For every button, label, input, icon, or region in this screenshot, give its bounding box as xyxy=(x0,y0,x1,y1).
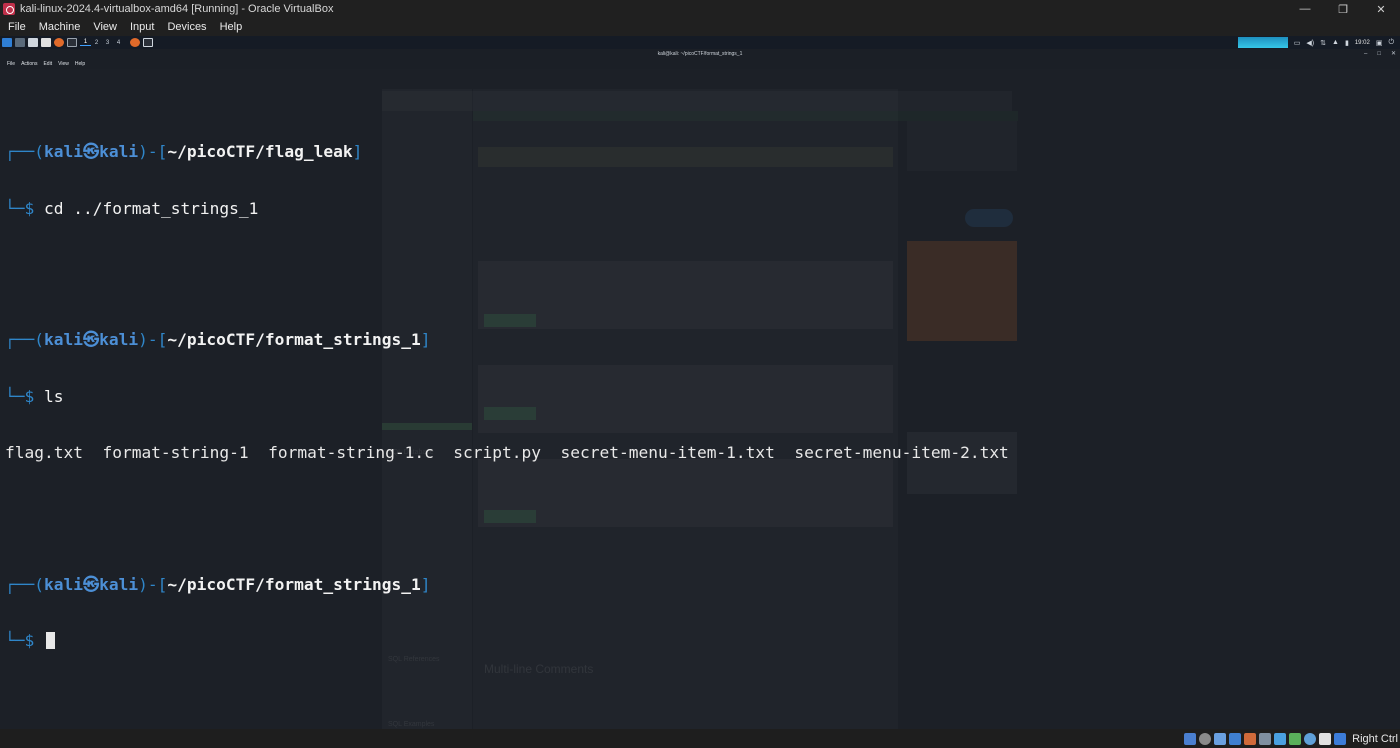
shared-folders-icon[interactable] xyxy=(1259,732,1272,745)
volume-icon[interactable]: ◀) xyxy=(1306,39,1314,47)
mouse-integration-icon[interactable] xyxy=(1319,732,1332,745)
ghost-side-head-3: SQL Examples xyxy=(388,721,435,728)
cpu-activity-icon[interactable] xyxy=(1304,732,1317,745)
display-icon[interactable]: ▭ xyxy=(1294,39,1301,47)
command-text: cd ../format_strings_1 xyxy=(44,198,259,218)
vbox-status-bar: Right Ctrl xyxy=(0,729,1400,748)
menu-devices[interactable]: Devices xyxy=(167,21,206,33)
workspace-3[interactable]: 3 xyxy=(102,40,113,46)
prompt-path: ~/picoCTF/format_strings_1 xyxy=(167,330,421,350)
maximize-button[interactable]: ❐ xyxy=(1324,3,1362,16)
host-key-label: Right Ctrl xyxy=(1352,732,1398,745)
terminal-launcher-icon[interactable] xyxy=(67,38,77,47)
command-line: └─$ ls xyxy=(5,386,64,406)
menu-input[interactable]: Input xyxy=(130,21,154,33)
cpu-graph xyxy=(1237,37,1288,48)
usb-icon[interactable] xyxy=(1244,732,1257,745)
prompt-line: ┌──(kali㉿kali)-[~/picoCTF/format_strings… xyxy=(5,574,431,594)
terminal-maximize-button[interactable]: □ xyxy=(1377,49,1381,59)
terminal-menu-actions[interactable]: Actions xyxy=(21,61,37,67)
show-desktop-icon[interactable] xyxy=(15,38,25,47)
kali-menu-icon[interactable] xyxy=(2,38,12,47)
prompt-path: ~/picoCTF/flag_leak xyxy=(167,142,353,162)
keyboard-capture-icon[interactable] xyxy=(1334,732,1347,745)
text-editor-icon[interactable] xyxy=(41,38,51,47)
terminal-menu-help[interactable]: Help xyxy=(75,61,85,67)
close-button[interactable]: ✕ xyxy=(1362,3,1400,16)
lock-icon[interactable]: ▮ xyxy=(1345,39,1349,47)
command-text: ls xyxy=(44,386,64,406)
menu-machine[interactable]: Machine xyxy=(39,21,81,33)
power-icon[interactable]: ⏻ xyxy=(1388,39,1394,47)
vbox-title-bar: kali-linux-2024.4-virtualbox-amd64 [Runn… xyxy=(0,0,1400,18)
prompt-line: ┌──(kali㉿kali)-[~/picoCTF/format_strings… xyxy=(5,330,431,350)
terminal-menu-edit[interactable]: Edit xyxy=(43,61,52,67)
command-line: └─$ xyxy=(5,631,1009,651)
firefox-icon[interactable] xyxy=(54,38,64,47)
terminal-minimize-button[interactable]: – xyxy=(1364,49,1367,59)
menu-file[interactable]: File xyxy=(8,21,26,33)
terminal-title-bar: kali@kali: ~/picoCTF/format_strings_1 – … xyxy=(0,49,1400,59)
network-icon[interactable]: ⇅ xyxy=(1320,39,1326,47)
command-output: flag.txt format-string-1 format-string-1… xyxy=(5,443,1009,463)
workspace-2[interactable]: 2 xyxy=(91,40,102,46)
minimize-button[interactable]: — xyxy=(1286,3,1324,15)
terminal-close-button[interactable]: ✕ xyxy=(1391,49,1396,59)
workspace-4[interactable]: 4 xyxy=(113,40,124,46)
terminal-menu-file[interactable]: File xyxy=(7,61,15,67)
audio-icon[interactable] xyxy=(1214,732,1227,745)
recording-icon[interactable] xyxy=(1289,732,1302,745)
virtualbox-app-icon xyxy=(3,3,15,15)
terminal-task-icon[interactable] xyxy=(143,38,153,47)
kali-top-panel: 1 2 3 4 ▭ ◀) ⇅ ▲ ▮ 19:02 ▣ ⏻ xyxy=(0,36,1400,49)
optical-drive-icon[interactable] xyxy=(1199,732,1212,745)
vbox-menu-bar: File Machine View Input Devices Help xyxy=(0,18,1400,36)
firefox-task-icon[interactable] xyxy=(130,38,140,47)
terminal-title: kali@kali: ~/picoCTF/format_strings_1 xyxy=(657,51,743,57)
prompt-line: ┌──(kali㉿kali)-[~/picoCTF/flag_leak] xyxy=(5,142,363,162)
notification-bell-icon[interactable]: ▲ xyxy=(1332,39,1339,46)
display-icon[interactable] xyxy=(1274,732,1287,745)
hard-disk-icon[interactable] xyxy=(1184,732,1197,745)
menu-view[interactable]: View xyxy=(93,21,117,33)
file-manager-icon[interactable] xyxy=(28,38,38,47)
menu-help[interactable]: Help xyxy=(220,21,243,33)
terminal-menu-bar: File Actions Edit View Help xyxy=(0,59,1400,69)
terminal-menu-view[interactable]: View xyxy=(58,61,69,67)
lock-screen-icon[interactable]: ▣ xyxy=(1376,39,1383,47)
terminal-output: ┌──(kali㉿kali)-[~/picoCTF/flag_leak] └─$… xyxy=(5,87,1009,689)
terminal-body[interactable]: SQL Database SQL References SQL Examples… xyxy=(0,69,1400,729)
clock: 19:02 xyxy=(1354,39,1370,46)
prompt-path: ~/picoCTF/format_strings_1 xyxy=(167,574,421,594)
network-adapter-icon[interactable] xyxy=(1229,732,1242,745)
command-line: └─$ cd ../format_strings_1 xyxy=(5,198,259,218)
window-title: kali-linux-2024.4-virtualbox-amd64 [Runn… xyxy=(20,3,334,15)
workspace-1[interactable]: 1 xyxy=(80,39,91,46)
text-cursor xyxy=(46,632,55,650)
